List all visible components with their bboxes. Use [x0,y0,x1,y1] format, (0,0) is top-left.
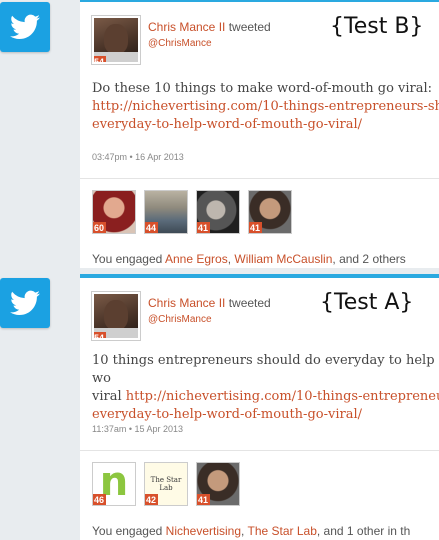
tweet-text-line: 10 things entrepreneurs should do everyd… [92,353,435,386]
divider [80,178,439,179]
engaged-user-link[interactable]: The Star Lab [248,524,317,538]
tweet-link[interactable]: http://nichevertising.com/10-things-entr… [92,99,439,114]
twitter-bird-icon [0,278,50,328]
tweet-text: 10 things entrepreneurs should do everyd… [92,352,439,424]
engaged-suffix: , and 1 other in th [316,524,411,538]
score-badge: 41 [249,222,263,233]
test-label: {Test A} [320,290,414,315]
score-badge: 41 [197,494,211,505]
author-name-link[interactable]: Chris Mance II [148,20,225,34]
tweet-text-line: Do these 10 things to make word-of-mouth… [92,81,433,96]
tweet-card-test-a: 54 Chris Mance II tweeted @ChrisMance {T… [80,274,439,540]
score-badge: 42 [145,494,159,505]
author-line: Chris Mance II tweeted [148,20,271,34]
engaged-suffix: , and 2 others [332,252,406,266]
engager-avatar[interactable]: 41 [248,190,292,234]
engager-avatar[interactable]: 44 [144,190,188,234]
author-handle-link[interactable]: @ChrisMance [148,38,212,49]
author-handle-link[interactable]: @ChrisMance [148,314,212,325]
tweet-timestamp[interactable]: 03:47pm • 16 Apr 2013 [92,152,184,162]
score-badge: 41 [197,222,211,233]
divider [80,450,439,451]
engager-avatars: n 46 The Star Lab 42 41 [92,462,240,506]
score-badge: 60 [93,222,107,233]
tweet-link-continued[interactable]: everyday-to-help-word-of-mouth-go-viral/ [92,407,362,422]
action-text: tweeted [228,296,271,310]
nichevertising-logo-avatar[interactable]: n 46 [92,462,136,506]
engager-avatar[interactable]: 60 [92,190,136,234]
tweet-link-continued[interactable]: everyday-to-help-word-of-mouth-go-viral/ [92,117,362,132]
engager-avatars: 60 44 41 41 [92,190,292,234]
twitter-bird-icon [0,2,50,52]
action-text: tweeted [228,20,271,34]
tweet-text-line: viral [92,389,122,404]
tweet-text: Do these 10 things to make word-of-mouth… [92,80,439,134]
logo-text: The Star Lab [150,476,182,492]
engager-avatar[interactable]: 41 [196,462,240,506]
engaged-separator: , [241,524,245,538]
engager-avatar[interactable]: 41 [196,190,240,234]
engaged-user-link[interactable]: William McCauslin [234,252,332,266]
author-avatar[interactable]: 54 [92,292,140,340]
engaged-summary: You engaged Anne Egros, William McCausli… [92,252,406,266]
engaged-prefix: You engaged [92,252,163,266]
tweet-timestamp[interactable]: 11:37am • 15 Apr 2013 [92,424,183,434]
star-lab-logo-avatar[interactable]: The Star Lab 42 [144,462,188,506]
author-line: Chris Mance II tweeted [148,296,271,310]
score-badge: 54 [94,56,107,62]
engaged-summary: You engaged Nichevertising, The Star Lab… [92,524,410,538]
test-label: {Test B} [330,14,424,39]
author-name-link[interactable]: Chris Mance II [148,296,225,310]
tweet-card-test-b: 54 Chris Mance II tweeted @ChrisMance {T… [80,0,439,268]
engaged-separator: , [227,252,232,266]
engaged-user-link[interactable]: Anne Egros [165,252,228,266]
score-badge: 46 [93,494,107,505]
tweet-link[interactable]: http://nichevertising.com/10-things-entr… [126,389,439,404]
engaged-user-link[interactable]: Nichevertising [166,524,241,538]
score-badge: 44 [145,222,159,233]
author-avatar[interactable]: 54 [92,16,140,64]
score-badge: 54 [94,332,107,338]
engaged-prefix: You engaged [92,524,163,538]
